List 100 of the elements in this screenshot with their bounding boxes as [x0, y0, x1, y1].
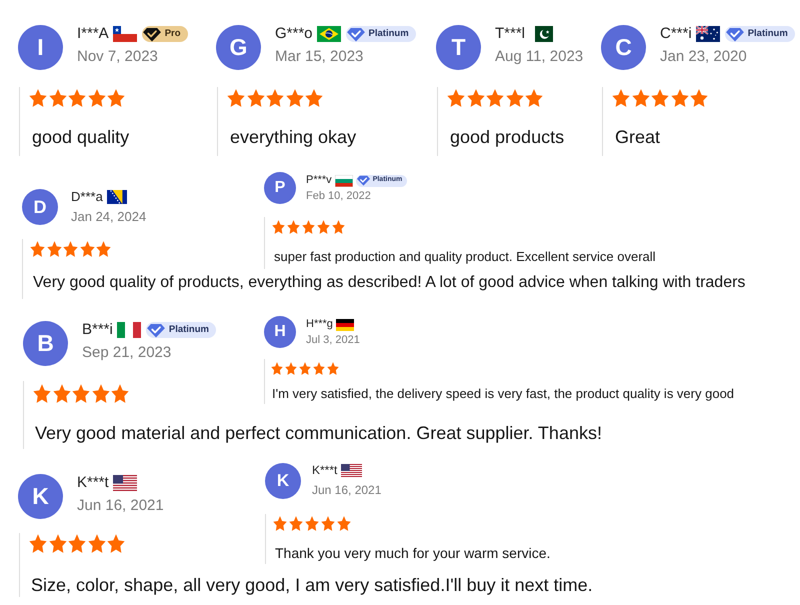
star-icon — [337, 516, 351, 531]
star-icon — [107, 534, 125, 553]
star-icon — [486, 89, 504, 107]
user-avatar: K — [18, 474, 63, 519]
usa-flag-icon — [341, 464, 362, 477]
tag-label: Platinum — [368, 26, 409, 41]
review-date: Nov 7, 2023 — [77, 48, 159, 66]
brazil-flag-icon — [316, 26, 341, 42]
star-icon — [246, 89, 264, 107]
diamond-check-icon — [146, 322, 166, 338]
review-text: everything okay — [229, 126, 358, 148]
user-avatar: G — [216, 25, 261, 70]
star-icon — [632, 89, 650, 107]
review-text: Great — [614, 126, 662, 148]
star-icon — [88, 89, 106, 107]
star-icon — [327, 362, 339, 375]
star-icon — [466, 89, 484, 107]
review-text: Thank you very much for your warm service. — [274, 544, 552, 562]
star-icon — [63, 241, 78, 257]
star-icon — [29, 534, 47, 553]
star-icon — [107, 89, 125, 107]
reviewer-name: D***a — [71, 189, 103, 205]
star-icon — [271, 362, 283, 375]
review-text: Very good material and perfect communication. Great supplier. Thanks! — [35, 422, 603, 444]
star-icon — [48, 89, 66, 107]
star-icon — [88, 534, 106, 553]
star-icon — [72, 384, 90, 403]
review-date: Jun 16, 2021 — [312, 483, 382, 498]
star-icon — [506, 89, 524, 107]
review-text: super fast production and quality product. Excellent service overall — [273, 248, 657, 265]
star-icon — [33, 384, 51, 403]
reviewer-name: P***v — [306, 174, 332, 187]
bulgaria-flag-icon — [334, 174, 353, 186]
usa-flag-icon — [112, 475, 137, 491]
reviewer-name: K***t — [77, 474, 109, 492]
star-icon — [305, 516, 319, 531]
diamond-check-icon — [142, 26, 162, 42]
reviewer-name: B***i — [82, 321, 113, 339]
star-icon — [29, 89, 47, 107]
star-icon — [651, 89, 669, 107]
tag-label: Platinum — [168, 322, 209, 337]
review-text: Very good quality of products, everything as described! A lot of good advice when talking with traders — [33, 273, 746, 293]
star-icon — [525, 89, 543, 107]
review-date: Feb 10, 2022 — [306, 190, 372, 203]
reviewer-name: K***t — [312, 463, 338, 478]
reviewer-name: C***i — [660, 25, 692, 43]
review-text: good quality — [31, 126, 130, 148]
chile-flag-icon — [112, 26, 137, 42]
star-icon — [266, 89, 284, 107]
star-icon — [272, 220, 285, 234]
star-icon — [68, 534, 86, 553]
star-icon — [447, 89, 465, 107]
star-icon — [317, 220, 330, 234]
user-avatar: P — [264, 172, 296, 204]
reviewer-name: H***g — [306, 318, 333, 331]
review-date: Jan 23, 2020 — [660, 48, 748, 66]
diamond-check-icon — [346, 26, 366, 42]
star-icon — [612, 89, 630, 107]
review-date: Jun 16, 2021 — [77, 497, 164, 515]
star-icon — [80, 241, 94, 257]
reviewer-name: G***o — [275, 25, 313, 43]
star-icon — [287, 220, 300, 234]
review-date: Mar 15, 2023 — [275, 48, 364, 66]
diamond-check-icon — [356, 175, 371, 186]
user-avatar: H — [264, 316, 296, 348]
review-date: Aug 11, 2023 — [495, 48, 584, 66]
star-icon — [321, 516, 335, 531]
review-date: Sep 21, 2023 — [82, 344, 172, 362]
australia-flag-icon — [696, 26, 720, 42]
reviewer-name: I***A — [77, 25, 109, 43]
germany-flag-icon — [336, 318, 354, 330]
reviewer-name: T***l — [495, 25, 526, 43]
star-icon — [46, 241, 62, 257]
user-avatar: I — [18, 25, 63, 70]
star-icon — [227, 89, 245, 107]
star-icon — [285, 362, 297, 375]
star-icon — [670, 89, 688, 107]
star-icon — [92, 384, 110, 403]
user-avatar: D — [22, 189, 58, 225]
star-icon — [52, 384, 70, 403]
star-icon — [48, 534, 66, 553]
review-text: Size, color, shape, all very good, I am very satisfied.I'll buy it next time. — [31, 574, 594, 596]
star-icon — [289, 516, 303, 531]
review-date: Jul 3, 2021 — [306, 334, 360, 347]
star-icon — [305, 89, 323, 107]
review-text: I'm very satisfied, the delivery speed is very fast, the product quality is very good — [271, 385, 736, 403]
tag-label: Platinum — [748, 26, 788, 41]
user-avatar: B — [23, 321, 68, 366]
diamond-check-icon — [724, 26, 745, 42]
star-icon — [30, 241, 45, 257]
star-icon — [286, 89, 304, 107]
star-icon — [273, 516, 287, 531]
star-icon — [313, 362, 325, 375]
user-avatar: K — [265, 463, 301, 499]
tag-label: Pro — [164, 26, 181, 41]
review-date: Jan 24, 2024 — [71, 209, 146, 225]
user-avatar: T — [436, 25, 481, 70]
star-icon — [302, 220, 315, 234]
star-icon — [68, 89, 86, 107]
review-text: good products — [449, 126, 566, 148]
